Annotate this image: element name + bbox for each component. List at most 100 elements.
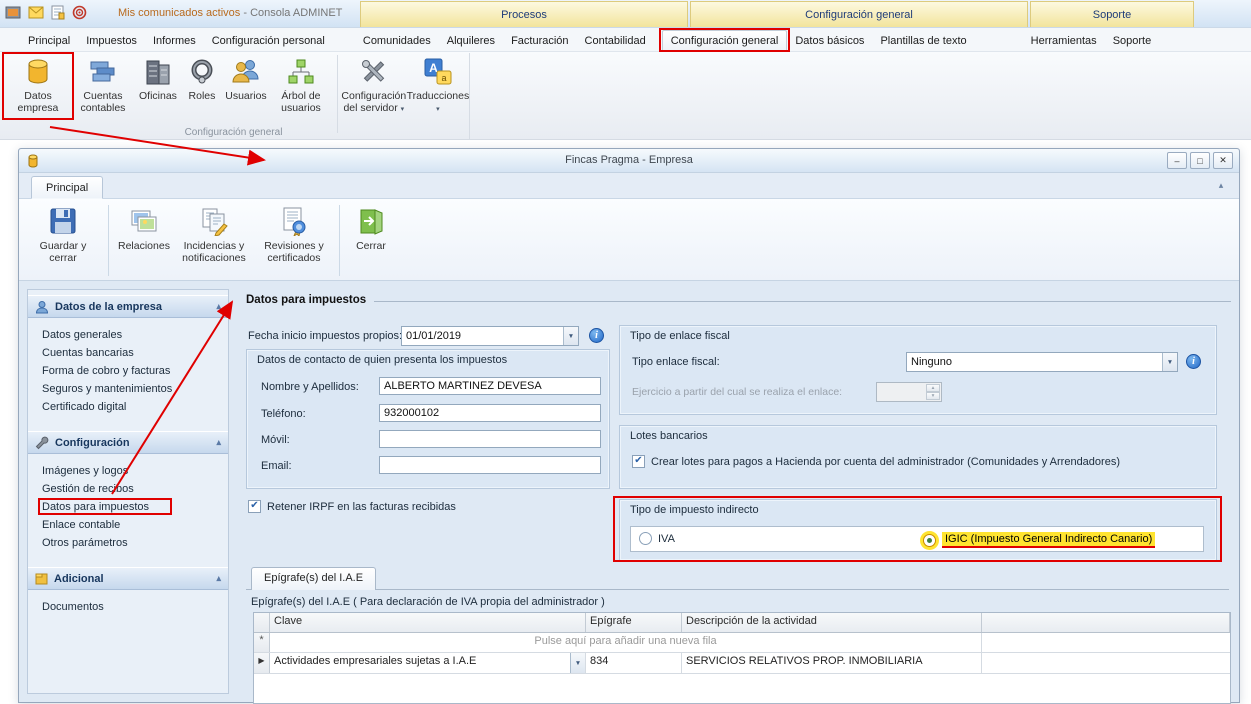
tab-configuracion-personal[interactable]: Configuración personal — [204, 31, 333, 51]
tab-informes[interactable]: Informes — [145, 31, 204, 51]
sidebar-item-seguros-y-mantenimientos[interactable]: Seguros y mantenimientos — [28, 380, 228, 398]
ribbon-button-datos-empresa[interactable]: Datos empresa — [6, 55, 70, 116]
telefono-field[interactable] — [379, 404, 601, 422]
toolbar-button-guardar-y-cerrar[interactable]: Guardar y cerrar — [23, 203, 103, 278]
context-group-procesos[interactable]: Procesos — [360, 1, 688, 27]
toolbar-button-revisiones-y-certificados[interactable]: Revisiones y certificados — [254, 203, 334, 278]
epigrafe-cell[interactable]: 834 — [586, 653, 682, 673]
tab-impuestos[interactable]: Impuestos — [78, 31, 145, 51]
chevron-up-icon[interactable]: ▴ — [216, 437, 221, 448]
check-icon: ✔ — [250, 501, 258, 511]
new-row-hint[interactable]: Pulse aquí para añadir una nueva fila — [270, 633, 982, 652]
tab-alquileres[interactable]: Alquileres — [439, 31, 503, 51]
ribbon-button-roles[interactable]: Roles — [180, 55, 224, 104]
ribbon-button-cuentas-contables[interactable]: Cuentas contables — [70, 55, 136, 116]
minimize-button[interactable]: – — [1167, 152, 1187, 169]
column-header-epigrafe[interactable]: Epígrafe — [586, 613, 682, 632]
descripcion-cell[interactable]: SERVICIOS RELATIVOS PROP. INMOBILIARIA — [682, 653, 982, 673]
ribbon-button-configuracion-del-servidor[interactable]: Configuración del servidor ▾ — [341, 55, 407, 118]
clave-combo[interactable]: Actividades empresariales sujetas a I.A.… — [270, 653, 585, 673]
enlace-info-icon[interactable]: i — [1186, 354, 1201, 369]
chevron-up-icon[interactable]: ▴ — [216, 573, 221, 584]
toolbar-button-cerrar[interactable]: Cerrar — [345, 203, 397, 278]
sidebar-item-forma-de-cobro-y-facturas[interactable]: Forma de cobro y facturas — [28, 362, 228, 380]
tab-datos-basicos[interactable]: Datos básicos — [787, 31, 872, 51]
email-field[interactable] — [379, 456, 601, 474]
column-header-descripcion[interactable]: Descripción de la actividad — [682, 613, 982, 632]
clave-value: Actividades empresariales sujetas a I.A.… — [274, 655, 567, 667]
dialog-tab-principal[interactable]: Principal — [31, 176, 103, 199]
restore-button[interactable]: □ — [1190, 152, 1210, 169]
fecha-inicio-combo[interactable]: 01/01/2019 ▼ — [401, 326, 579, 346]
sidebar-item-gestion-de-recibos[interactable]: Gestión de recibos — [28, 480, 228, 498]
chevron-up-icon[interactable]: ▴ — [216, 301, 221, 312]
iae-data-row[interactable]: ▶ Actividades empresariales sujetas a I.… — [254, 653, 1230, 674]
ribbon-button-arbol-de-usuarios[interactable]: Árbol de usuarios — [268, 55, 334, 116]
collapse-ribbon-button[interactable]: ▴ — [1213, 179, 1229, 194]
new-row-empty-cell — [982, 633, 1230, 652]
context-group-configuracion-general[interactable]: Configuración general — [690, 1, 1028, 27]
toolbar-separator — [108, 205, 109, 276]
sidebar-item-documentos[interactable]: Documentos — [28, 598, 228, 616]
nombre-field[interactable] — [379, 377, 601, 395]
tab-soporte[interactable]: Soporte — [1105, 31, 1160, 51]
window-title-main: Mis comunicados activos — [118, 7, 240, 19]
telefono-label: Teléfono: — [261, 408, 306, 420]
dropdown-arrow-icon: ▾ — [436, 106, 440, 113]
dropdown-arrow-icon[interactable]: ▼ — [570, 653, 585, 673]
mail-icon[interactable] — [28, 6, 44, 19]
content-heading-text: Datos para impuestos — [246, 294, 366, 306]
fecha-info-icon[interactable]: i — [589, 328, 604, 343]
new-row-indicator-icon: * — [254, 633, 270, 652]
notes-icon[interactable] — [51, 5, 65, 20]
dropdown-arrow-icon[interactable]: ▼ — [1162, 353, 1177, 371]
sidebar-section-configuracion[interactable]: Configuración ▴ — [28, 431, 228, 454]
spinner-buttons[interactable]: ▴▾ — [926, 384, 940, 400]
igic-radio[interactable] — [923, 534, 936, 547]
dropdown-arrow-icon[interactable]: ▼ — [563, 327, 578, 345]
tab-plantillas-de-texto[interactable]: Plantillas de texto — [872, 31, 974, 51]
close-button[interactable]: ✕ — [1213, 152, 1233, 169]
ribbon-button-traducciones[interactable]: Aa Traducciones ▾ — [407, 55, 469, 118]
ribbon-button-oficinas[interactable]: Oficinas — [136, 55, 180, 104]
ribbon-button-usuarios[interactable]: Usuarios — [224, 55, 268, 104]
translations-icon: Aa — [423, 57, 453, 87]
ribbon-button-label: Roles — [189, 90, 216, 102]
dialog-titlebar[interactable]: Fincas Pragma - Empresa – □ ✕ — [19, 149, 1239, 173]
column-header-clave[interactable]: Clave — [270, 613, 586, 632]
tab-configuracion-general[interactable]: Configuración general — [662, 30, 788, 51]
sidebar-item-datos-para-impuestos[interactable]: Datos para impuestos — [28, 498, 228, 516]
movil-field[interactable] — [379, 430, 601, 448]
tab-contabilidad[interactable]: Contabilidad — [577, 31, 654, 51]
sidebar-item-cuentas-bancarias[interactable]: Cuentas bancarias — [28, 344, 228, 362]
sidebar-section-datos-de-la-empresa[interactable]: Datos de la empresa ▴ — [28, 295, 228, 318]
impuesto-group-title: Tipo de impuesto indirecto — [630, 504, 759, 516]
sidebar-item-certificado-digital[interactable]: Certificado digital — [28, 398, 228, 416]
iae-new-row[interactable]: * Pulse aquí para añadir una nueva fila — [254, 633, 1230, 653]
comms-icon[interactable] — [72, 5, 87, 20]
tab-comunidades[interactable]: Comunidades — [355, 31, 439, 51]
sidebar-item-enlace-contable[interactable]: Enlace contable — [28, 516, 228, 534]
irpf-checkbox[interactable]: ✔ — [248, 500, 261, 513]
dialog-tabstrip: Principal ▴ — [19, 173, 1239, 199]
sidebar-item-otros-parametros[interactable]: Otros parámetros — [28, 534, 228, 552]
app-window-icon[interactable] — [5, 5, 21, 20]
context-group-soporte[interactable]: Soporte — [1030, 1, 1194, 27]
tab-herramientas[interactable]: Herramientas — [1023, 31, 1105, 51]
tab-facturacion[interactable]: Facturación — [503, 31, 576, 51]
lotes-checkbox[interactable]: ✔ — [632, 455, 645, 468]
igic-radio-row: IGIC (Impuesto General Indirecto Canario… — [923, 532, 1155, 548]
tab-principal[interactable]: Principal — [20, 31, 78, 51]
sidebar-section-title: Adicional — [54, 573, 104, 585]
iva-radio[interactable] — [639, 532, 652, 545]
toolbar-button-relaciones[interactable]: Relaciones — [114, 203, 174, 278]
sidebar-item-datos-generales[interactable]: Datos generales — [28, 326, 228, 344]
ejercicio-spinner[interactable]: ▴▾ — [876, 382, 942, 402]
tipo-enlace-combo[interactable]: Ninguno ▼ — [906, 352, 1178, 372]
toolbar-button-incidencias-y-notificaciones[interactable]: Incidencias y notificaciones — [174, 203, 254, 278]
tipo-impuesto-groupbox: Tipo de impuesto indirecto IVA IGIC (Imp… — [619, 499, 1217, 561]
iae-tab[interactable]: Epígrafe(s) del I.A.E — [251, 567, 376, 590]
iae-table-header: Clave Epígrafe Descripción de la activid… — [254, 613, 1230, 633]
sidebar-section-adicional[interactable]: Adicional ▴ — [28, 567, 228, 590]
sidebar-item-imagenes-y-logos[interactable]: Imágenes y logos — [28, 462, 228, 480]
